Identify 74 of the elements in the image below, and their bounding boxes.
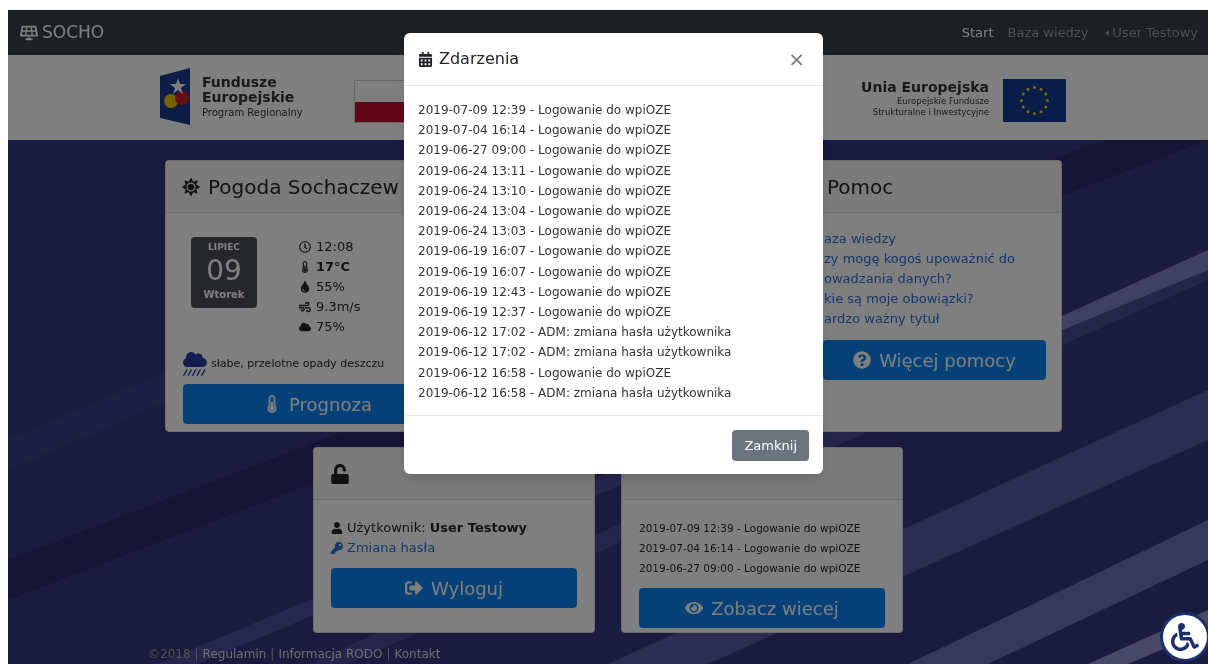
event-entry: 2019-06-27 09:00 - Logowanie do wpiOZE: [639, 561, 862, 576]
help-link[interactable]: owadzania danych?: [824, 269, 1044, 289]
action-button[interactable]: Zobacz wiecej: [639, 588, 885, 628]
close-button[interactable]: ×: [784, 49, 809, 69]
close-modal-button[interactable]: Zamknij: [732, 430, 809, 462]
card-title: Pomoc: [827, 173, 894, 201]
weather-value: 55%: [316, 278, 345, 297]
unlock-icon: [330, 463, 350, 484]
wind-icon: [299, 301, 311, 313]
logo-title: Fundusze: [202, 75, 278, 90]
sign-out-icon: [405, 579, 423, 597]
modal-title: Zdarzenia: [439, 48, 520, 70]
event-entry: 2019-06-24 13:04 - Logowanie do wpiOZE: [418, 203, 672, 220]
weather-description: słabe, przelotne opady deszczu: [211, 355, 385, 372]
clock-icon: [299, 241, 311, 253]
event-entry: 2019-06-19 16:07 - Logowanie do wpiOZE: [418, 263, 672, 281]
change-password-link[interactable]: Zmiana hasła: [347, 538, 436, 558]
day-number: 09: [206, 254, 242, 287]
weather-value: 17°C: [316, 258, 351, 277]
weather-value: 12:08: [316, 238, 354, 257]
event-entry: 2019-06-12 17:02 - ADM: zmiana hasła użytkownika: [418, 344, 733, 362]
user-label: Użytkownik: User Testowy: [347, 519, 528, 538]
help-link[interactable]: kie są moje obowiązki?: [824, 289, 1044, 309]
event-entry: 2019-06-12 16:58 - Logowanie do wpiOZE: [418, 364, 672, 382]
help-link[interactable]: ardzo ważny tytuł: [824, 309, 1044, 329]
month-label: LIPIEC: [208, 241, 240, 254]
separator: |: [194, 646, 199, 663]
event-entry: 2019-06-24 13:03 - Logowanie do wpiOZE: [418, 223, 672, 241]
event-entry: 2019-06-19 12:43 - Logowanie do wpiOZE: [418, 283, 672, 301]
event-entry: 2019-07-04 16:14 - Logowanie do wpiOZE: [639, 541, 862, 556]
nav-link[interactable]: Start: [961, 22, 994, 43]
key-icon: [331, 542, 343, 554]
eye-icon: [685, 599, 704, 617]
event-entry: 2019-06-19 16:07 - Logowanie do wpiOZE: [418, 243, 672, 261]
calendar-icon: [418, 51, 433, 67]
event-entry: 2019-06-19 12:37 - Logowanie do wpiOZE: [418, 304, 672, 322]
user-icon: [331, 522, 343, 534]
weather-value: 9.3m/s: [316, 298, 361, 317]
solar-panel-icon: [20, 23, 38, 42]
wheelchair-icon: [1171, 623, 1199, 651]
footer-link[interactable]: Informacja RODO: [278, 645, 383, 663]
logo-subtitle: Strukturalne i Inwestycyjne: [872, 107, 989, 118]
footer-link[interactable]: Regulamin: [202, 645, 267, 663]
event-entry: 2019-06-24 13:11 - Logowanie do wpiOZE: [418, 162, 672, 180]
action-button[interactable]: Więcej pomocy: [823, 340, 1046, 380]
help-icon: [853, 351, 872, 369]
event-entry: 2019-06-27 09:00 - Logowanie do wpiOZE: [418, 142, 672, 160]
event-entry: 2019-06-24 13:10 - Logowanie do wpiOZE: [418, 182, 672, 200]
funds-logo-icon: [160, 68, 190, 125]
copyright-text: ©2018: [148, 646, 191, 663]
weekday-label: Wtorek: [203, 287, 245, 302]
event-entry: 2019-07-09 12:39 - Logowanie do wpiOZE: [639, 521, 862, 536]
card-title: Pogoda Sochaczew: [208, 173, 399, 201]
thermometer-icon: [299, 261, 311, 273]
logo-subtitle: Europejskie Fundusze: [897, 96, 989, 107]
cloud-icon: [299, 321, 311, 333]
weather-value: 75%: [316, 318, 345, 337]
separator: |: [270, 646, 275, 663]
logo-title: Europejskie: [202, 90, 296, 105]
help-link[interactable]: aza wiedzy: [824, 229, 1044, 249]
rain-cloud-icon: [183, 352, 207, 376]
event-entry: 2019-07-04 16:14 - Logowanie do wpiOZE: [418, 122, 672, 140]
logo-title: Unia Europejska: [861, 79, 989, 96]
drop-icon: [299, 281, 311, 293]
logo-subtitle: Program Regionalny: [202, 106, 303, 120]
help-link[interactable]: zy mogę kogoś upoważnić do: [824, 249, 1044, 269]
footer-link[interactable]: Kontakt: [394, 645, 441, 663]
separator: |: [386, 646, 391, 663]
brand-link[interactable]: SOCHO: [42, 19, 105, 46]
action-button[interactable]: Wyloguj: [331, 568, 577, 608]
sun-icon: [182, 177, 200, 196]
event-entry: 2019-06-12 17:02 - ADM: zmiana hasła użytkownika: [418, 324, 733, 342]
event-entry: 2019-07-09 12:39 - Logowanie do wpiOZE: [418, 102, 672, 119]
eu-flag-icon: [1003, 79, 1066, 122]
